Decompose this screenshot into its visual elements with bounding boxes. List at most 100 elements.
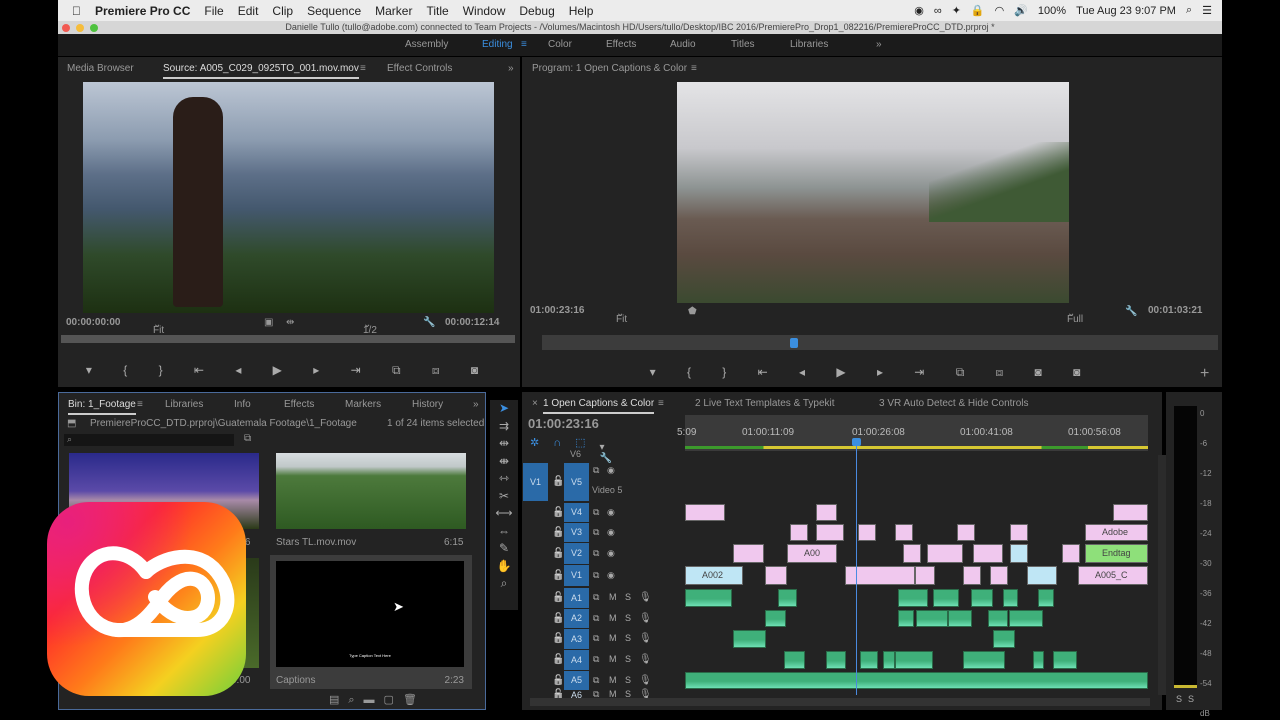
tab-sequence-2[interactable]: 2 Live Text Templates & Typekit bbox=[695, 398, 835, 409]
audio-clip[interactable] bbox=[1038, 589, 1054, 607]
bin-item-captions-selected[interactable]: Type Caption Text Here ➤ Captions 2:23 bbox=[270, 555, 472, 689]
sync-lock-icon[interactable]: ⧉ bbox=[593, 613, 599, 624]
audio-clip[interactable] bbox=[778, 589, 797, 607]
program-transport-controls[interactable]: ▾ { } ⇤ ◂ ▶ ▸ ⇥ ⧉ ⧈ ◙ ◙ bbox=[522, 365, 1222, 385]
razor-tool-icon[interactable]: ✂ bbox=[490, 488, 518, 506]
track-target-V3[interactable]: V3 bbox=[564, 523, 589, 542]
audio-clip[interactable] bbox=[1033, 651, 1044, 669]
audio-clip[interactable] bbox=[784, 651, 805, 669]
track-target-A1[interactable]: A1 bbox=[564, 588, 589, 608]
menu-window[interactable]: Window bbox=[463, 4, 506, 18]
workspace-titles[interactable]: Titles bbox=[731, 39, 755, 50]
video-clip[interactable] bbox=[915, 566, 935, 585]
more-workspaces-icon[interactable]: » bbox=[876, 39, 882, 50]
more-tabs-icon[interactable]: » bbox=[473, 399, 479, 410]
slide-tool-icon[interactable]: ⇔ bbox=[490, 523, 518, 541]
tab-sequence-3[interactable]: 3 VR Auto Detect & Hide Controls bbox=[879, 398, 1029, 409]
video-clip[interactable] bbox=[1010, 524, 1028, 541]
hand-tool-icon[interactable]: ✋ bbox=[490, 558, 518, 576]
audio-clip[interactable] bbox=[765, 610, 786, 627]
audio-clip[interactable] bbox=[685, 589, 732, 607]
sync-lock-icon[interactable]: ⧉ bbox=[593, 675, 599, 686]
video-clip[interactable] bbox=[1010, 544, 1028, 563]
eye-icon[interactable]: ◉ bbox=[607, 548, 615, 559]
video-clip[interactable] bbox=[895, 524, 913, 541]
wifi-icon[interactable]: ◠ bbox=[995, 4, 1005, 17]
bin-thumbnail-stars[interactable] bbox=[276, 453, 466, 529]
lock-icon[interactable]: 🔓 bbox=[552, 570, 564, 581]
record-icon[interactable]: ◉ bbox=[914, 4, 924, 17]
zoom-tool-icon[interactable]: ⌕ bbox=[490, 575, 518, 593]
video-clip[interactable] bbox=[1062, 544, 1080, 563]
video-clip[interactable] bbox=[685, 504, 725, 521]
bin-search-input[interactable]: ⌕ bbox=[64, 434, 234, 446]
apple-icon[interactable]:  bbox=[72, 4, 81, 18]
add-button-icon[interactable]: + bbox=[1200, 365, 1209, 383]
solo-button[interactable]: S bbox=[625, 592, 631, 602]
lock-icon[interactable]: 🔓 bbox=[552, 613, 564, 624]
tab-media-browser[interactable]: Media Browser bbox=[67, 63, 134, 74]
panel-menu-icon[interactable]: ≡ bbox=[691, 63, 697, 74]
solo-button[interactable]: S bbox=[625, 613, 631, 623]
eye-icon[interactable]: ◉ bbox=[607, 527, 615, 538]
video-clip[interactable] bbox=[733, 544, 764, 563]
menu-sequence[interactable]: Sequence bbox=[307, 4, 361, 18]
audio-clip[interactable] bbox=[898, 610, 914, 627]
ripple-edit-tool-icon[interactable]: ⇹ bbox=[490, 435, 518, 453]
microphone-icon[interactable]: 🎙 bbox=[639, 654, 652, 665]
wrench-icon[interactable]: 🔧 bbox=[1125, 306, 1137, 317]
tab-program[interactable]: Program: 1 Open Captions & Color bbox=[532, 63, 687, 74]
panel-menu-icon[interactable]: ≡ bbox=[658, 398, 664, 409]
tab-markers[interactable]: Markers bbox=[345, 399, 381, 410]
video-clip[interactable] bbox=[790, 524, 808, 541]
bin-footer-toolbar[interactable]: ▤⌕▬▢🗑 bbox=[329, 693, 426, 707]
track-target-A5[interactable]: A5 bbox=[564, 671, 589, 690]
timeline-toolbar[interactable]: ✲∩⬚ ▾🔧 bbox=[530, 436, 612, 464]
video-clip[interactable]: A002 bbox=[685, 566, 743, 585]
audio-clip[interactable] bbox=[988, 610, 1008, 627]
track-target-V4[interactable]: V4 bbox=[564, 503, 589, 522]
rate-stretch-tool-icon[interactable]: ⇿ bbox=[490, 470, 518, 488]
workspace-effects[interactable]: Effects bbox=[606, 39, 636, 50]
battery-level[interactable]: 100% bbox=[1038, 5, 1066, 17]
solo-right-button[interactable]: S bbox=[1188, 694, 1194, 704]
video-clip[interactable]: Adobe bbox=[1085, 524, 1148, 541]
playhead-handle[interactable] bbox=[852, 438, 861, 446]
workspace-audio[interactable]: Audio bbox=[670, 39, 696, 50]
sync-lock-icon[interactable]: ⧉ bbox=[593, 527, 599, 538]
audio-clip[interactable] bbox=[963, 651, 1005, 669]
source-patch-V1[interactable]: V1 bbox=[523, 463, 548, 501]
audio-clip[interactable] bbox=[971, 589, 993, 607]
tab-history[interactable]: History bbox=[412, 399, 443, 410]
clock[interactable]: Tue Aug 23 9:07 PM bbox=[1076, 5, 1176, 17]
lock-icon[interactable]: 🔓 bbox=[552, 548, 564, 559]
audio-clip[interactable] bbox=[1053, 651, 1077, 669]
program-zoom-select[interactable]: Fit ⌄ bbox=[616, 308, 627, 325]
solo-left-button[interactable]: S bbox=[1176, 694, 1182, 704]
tab-source[interactable]: Source: A005_C029_0925TO_001.mov.mov bbox=[163, 63, 359, 79]
audio-clip[interactable] bbox=[733, 630, 766, 648]
rolling-edit-tool-icon[interactable]: ⇼ bbox=[490, 453, 518, 471]
audio-clip[interactable] bbox=[685, 672, 1148, 689]
app-menu[interactable]: Premiere Pro CC bbox=[95, 4, 190, 18]
sync-lock-icon[interactable]: ⧉ bbox=[593, 592, 599, 603]
eye-icon[interactable]: ◉ bbox=[607, 507, 615, 518]
track-select-tool-icon[interactable]: ⇉ bbox=[490, 418, 518, 436]
source-scrubber[interactable] bbox=[61, 335, 515, 343]
mute-button[interactable]: M bbox=[609, 633, 617, 643]
minimize-window-button[interactable] bbox=[76, 24, 84, 32]
menu-help[interactable]: Help bbox=[569, 4, 594, 18]
video-clip[interactable] bbox=[1027, 566, 1057, 585]
video-clip[interactable] bbox=[957, 524, 975, 541]
tab-info[interactable]: Info bbox=[234, 399, 251, 410]
video-clip[interactable] bbox=[903, 544, 921, 563]
spotlight-icon[interactable]: ⌕ bbox=[1186, 4, 1192, 17]
audio-clip[interactable] bbox=[993, 630, 1015, 648]
video-clip[interactable] bbox=[816, 524, 844, 541]
audio-clip[interactable] bbox=[860, 651, 878, 669]
source-zoom-select[interactable]: Fit ⌄ bbox=[153, 319, 164, 336]
video-clip[interactable] bbox=[816, 504, 837, 521]
sync-lock-icon[interactable]: ⧉ bbox=[593, 633, 599, 644]
tab-effect-controls[interactable]: Effect Controls bbox=[387, 63, 452, 74]
tab-effects[interactable]: Effects bbox=[284, 399, 314, 410]
